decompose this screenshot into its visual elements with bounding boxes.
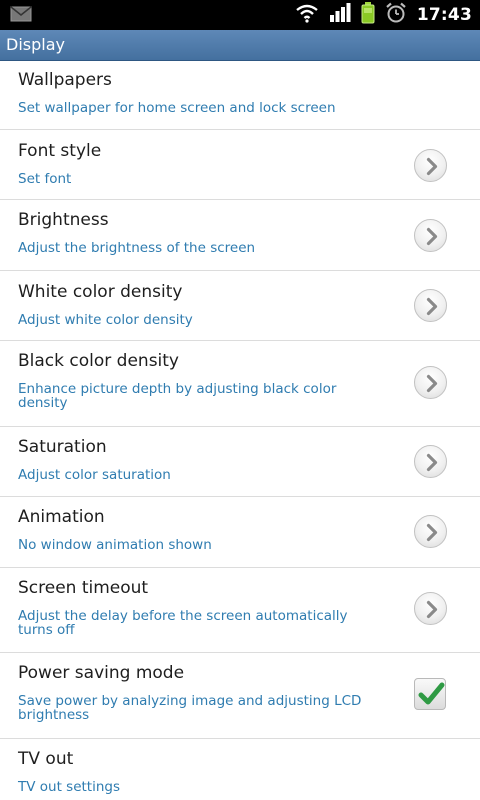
setting-subtitle: Set font [18, 171, 72, 187]
page-title: Display [6, 35, 65, 54]
setting-white-color-density[interactable]: White color density Adjust white color d… [0, 271, 480, 341]
chevron-right-icon[interactable] [414, 515, 447, 548]
setting-title: White color density [18, 282, 183, 302]
setting-subtitle: Adjust color saturation [18, 467, 171, 483]
setting-subtitle: Set wallpaper for home screen and lock s… [18, 100, 336, 116]
setting-subtitle: Adjust the delay before the screen autom… [18, 608, 348, 638]
chevron-right-icon[interactable] [414, 445, 447, 478]
setting-subtitle: Enhance picture depth by adjusting black… [18, 381, 337, 411]
setting-title: Saturation [18, 437, 107, 457]
setting-brightness[interactable]: Brightness Adjust the brightness of the … [0, 200, 480, 271]
chevron-right-icon[interactable] [414, 289, 447, 322]
setting-black-color-density[interactable]: Black color density Enhance picture dept… [0, 341, 480, 427]
setting-saturation[interactable]: Saturation Adjust color saturation [0, 427, 480, 497]
setting-subtitle: TV out settings [18, 779, 121, 795]
chevron-right-icon[interactable] [414, 149, 447, 182]
power-saving-checkbox[interactable] [414, 678, 446, 710]
setting-subtitle: Adjust the brightness of the screen [18, 240, 256, 256]
setting-title: Black color density [18, 351, 179, 371]
setting-animation[interactable]: Animation No window animation shown [0, 497, 480, 568]
chevron-right-icon[interactable] [414, 366, 447, 399]
settings-list: Wallpapers Set wallpaper for home screen… [0, 61, 480, 799]
setting-wallpapers[interactable]: Wallpapers Set wallpaper for home screen… [0, 61, 480, 130]
setting-subtitle: Save power by analyzing image and adjust… [18, 693, 362, 723]
setting-title: Animation [18, 507, 105, 527]
setting-title: Brightness [18, 210, 109, 230]
battery-icon [361, 2, 375, 28]
setting-title: Wallpapers [18, 70, 112, 90]
chevron-right-icon[interactable] [414, 592, 447, 625]
setting-title: Font style [18, 141, 102, 161]
title-bar: Display [0, 30, 480, 61]
clock-time: 17:43 [416, 5, 472, 25]
signal-bars-icon [329, 3, 351, 27]
status-bar: 17:43 [0, 0, 480, 30]
wifi-icon [295, 3, 319, 27]
alarm-clock-icon [385, 2, 407, 28]
setting-font-style[interactable]: Font style Set font [0, 130, 480, 200]
setting-title: Screen timeout [18, 578, 149, 598]
setting-power-saving-mode[interactable]: Power saving mode Save power by analyzin… [0, 653, 480, 739]
setting-screen-timeout[interactable]: Screen timeout Adjust the delay before t… [0, 568, 480, 653]
setting-subtitle: No window animation shown [18, 537, 212, 553]
setting-title: TV out [18, 749, 74, 769]
setting-subtitle: Adjust white color density [18, 312, 193, 328]
setting-tv-out[interactable]: TV out TV out settings [0, 739, 480, 799]
setting-title: Power saving mode [18, 663, 185, 683]
mail-icon [10, 6, 32, 22]
chevron-right-icon[interactable] [414, 219, 447, 252]
